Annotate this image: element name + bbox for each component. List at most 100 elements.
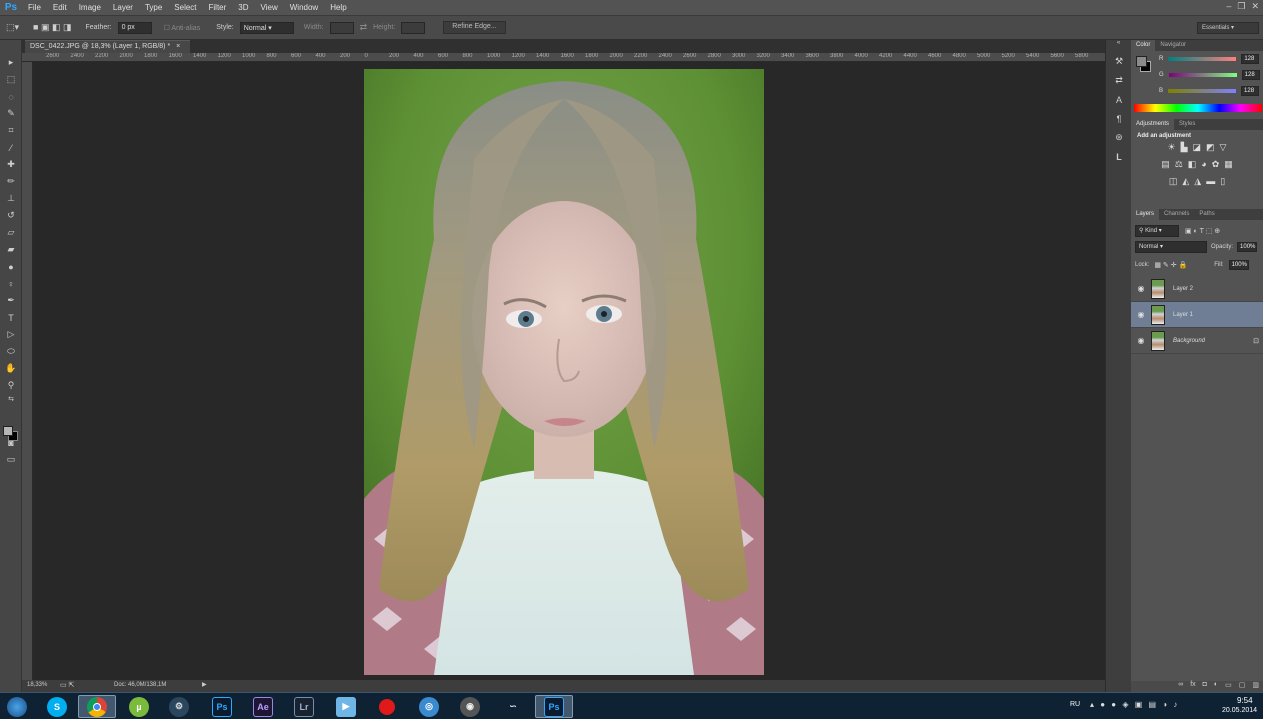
black-white-icon[interactable]: ◧ [1188,159,1197,170]
zoom-level[interactable]: 18,33% [27,682,47,688]
status-menu-arrow[interactable]: ▶ [202,681,207,688]
taskbar-app-13[interactable]: ∽ [494,695,532,718]
visibility-eye-icon[interactable]: ◉ [1131,284,1151,293]
refine-edge-button[interactable]: Refine Edge... [443,21,506,34]
trash-icon[interactable]: ▥ [1252,681,1259,692]
quick-selection-tool-icon[interactable]: ✎ [0,105,22,122]
clock-time[interactable]: 9:54 [1237,696,1253,705]
eyedropper-tool-icon[interactable]: ⁄ [0,139,22,156]
menu-layer[interactable]: Layer [107,3,139,12]
taskbar-utorrent[interactable]: µ [120,695,158,718]
tab-color[interactable]: Color [1131,40,1156,51]
taskbar-app-11[interactable]: ◎ [410,695,448,718]
exposure-icon[interactable]: ◩ [1206,142,1215,153]
visibility-eye-icon[interactable]: ◉ [1131,336,1151,345]
collapse-icon[interactable]: « [1106,40,1131,52]
color-swatch-fg[interactable] [1136,56,1147,67]
taskbar-skype[interactable]: S [38,695,76,718]
width-input[interactable] [329,21,354,34]
antialias-checkbox[interactable]: ☐ Anti-alias [164,24,201,32]
tab-adjustments[interactable]: Adjustments [1131,119,1175,130]
mask-icon[interactable]: ◘ [1203,681,1207,692]
tab-navigator[interactable]: Navigator [1155,40,1191,51]
eraser-tool-icon[interactable]: ▱ [0,224,22,241]
channel-b-value[interactable]: 128 [1241,86,1260,96]
swap-colors-icon[interactable]: ⇆ [0,394,22,404]
taskbar-photoshop[interactable]: Ps [203,695,241,718]
taskbar-lightroom[interactable]: Lr [285,695,323,718]
blur-tool-icon[interactable]: ● [0,258,22,275]
blend-mode-select[interactable]: Normal ▾ [1135,241,1207,253]
document-tab[interactable]: DSC_0422.JPG @ 18,3% (Layer 1, RGB/8) * … [25,40,190,53]
character-panel-icon[interactable]: A [1106,90,1132,109]
fill-input[interactable]: 100% [1228,260,1249,270]
paragraph-panel-icon[interactable]: ¶ [1106,109,1132,128]
workspace-select[interactable]: Essentials ▾ [1197,22,1259,34]
brightness-icon[interactable]: ☀ [1168,142,1176,153]
screen-mode-icon[interactable]: ▭ [0,451,22,468]
menu-file[interactable]: File [22,3,47,12]
tab-styles[interactable]: Styles [1174,119,1200,130]
restore-button[interactable]: ❐ [1237,1,1245,12]
taskbar-media-player[interactable]: ▶ [327,695,365,718]
type-tool-icon[interactable]: T [0,309,22,326]
curves-icon[interactable]: ◪ [1193,142,1202,153]
healing-brush-tool-icon[interactable]: ✚ [0,156,22,173]
selective-color-icon[interactable]: ▯ [1220,176,1225,187]
channel-r-value[interactable]: 128 [1241,54,1260,64]
foreground-color-swatch[interactable] [3,426,13,436]
close-button[interactable]: ✕ [1251,1,1259,12]
fx-icon[interactable]: fx [1190,681,1195,692]
style-select[interactable]: Normal ▾ [239,21,294,34]
layer-row-background[interactable]: ◉ Background ⊡ [1131,328,1263,354]
tray-icons[interactable]: ▴ ● ● ◈ ▣ ▤ ◑ ♪ [1090,700,1179,709]
libraries-icon[interactable]: ⊛ [1106,128,1132,147]
hand-tool-icon[interactable]: ✋ [0,360,22,377]
layer-filter-select[interactable]: ⚲ Kind ▾ [1135,225,1179,237]
zoom-tool-icon[interactable]: ⚲ [0,377,22,394]
color-lookup-icon[interactable]: ▦ [1224,159,1233,170]
gradient-tool-icon[interactable]: ▰ [0,241,22,258]
taskbar-photoshop-active[interactable]: Ps [535,695,573,718]
properties-panel-icon[interactable]: ⇄ [1106,71,1132,90]
rect-marquee-tool-icon[interactable]: ⬚ [0,71,22,88]
menu-3d[interactable]: 3D [232,3,254,12]
photo-filter-icon[interactable]: ◕ [1201,159,1206,170]
slider-blue[interactable]: B 128 [1159,83,1260,99]
posterize-icon[interactable]: ◭ [1182,176,1189,187]
taskbar-recorder[interactable] [368,695,406,718]
slider-red[interactable]: R 128 [1159,51,1260,67]
levels-icon[interactable]: ▙ [1181,142,1188,153]
history-panel-icon[interactable]: ⚒ [1106,52,1132,71]
move-tool-icon[interactable]: ▸ [0,54,22,71]
crop-tool-icon[interactable]: ⌗ [0,122,22,139]
layer-row-layer-2[interactable]: ◉ Layer 2 [1131,276,1263,302]
slider-green[interactable]: G 128 [1159,67,1260,83]
taskbar-app-12[interactable]: ◉ [451,695,489,718]
filter-icons[interactable]: ▣ ◐ T ⬚ ⊕ [1185,227,1220,235]
close-tab-icon[interactable]: × [176,43,180,50]
taskbar-after-effects[interactable]: Ae [244,695,282,718]
menu-view[interactable]: View [255,3,284,12]
clock-date[interactable]: 20.05.2014 [1222,707,1257,714]
menu-help[interactable]: Help [324,3,352,12]
start-button[interactable] [2,695,32,718]
lr-icon[interactable]: L [1106,147,1132,166]
new-layer-icon[interactable]: ▢ [1239,681,1246,692]
opacity-input[interactable]: 100% [1237,242,1258,252]
taskbar-chrome[interactable] [78,695,116,718]
tab-paths[interactable]: Paths [1194,209,1219,220]
tab-layers[interactable]: Layers [1131,209,1160,220]
feather-input[interactable]: 0 px [117,21,152,34]
swap-icon[interactable]: ⇄ [360,22,368,33]
menu-select[interactable]: Select [168,3,202,12]
layer-name[interactable]: Layer 2 [1173,286,1193,292]
color-balance-icon[interactable]: ⚖ [1175,159,1183,170]
pen-tool-icon[interactable]: ✒ [0,292,22,309]
visibility-eye-icon[interactable]: ◉ [1131,310,1151,319]
invert-icon[interactable]: ◫ [1169,176,1178,187]
ellipse-tool-icon[interactable]: ⬭ [0,343,22,360]
height-input[interactable] [401,21,426,34]
channel-mixer-icon[interactable]: ✿ [1212,159,1220,170]
threshold-icon[interactable]: ◮ [1194,176,1201,187]
